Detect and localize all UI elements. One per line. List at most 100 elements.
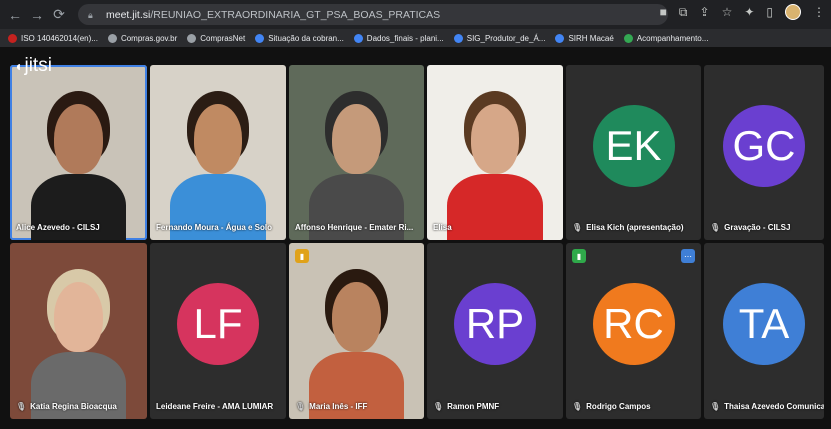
participant-name-label: Fernando Moura - Água e Solo <box>156 223 272 232</box>
bookmark-label: SIRH Macaé <box>568 33 614 43</box>
participant-tile[interactable]: Fernando Moura - Água e Solo <box>150 65 286 240</box>
participant-name: Rodrigo Campos <box>586 402 651 411</box>
participant-name-label: 🎙︎ Gravação - CILSJ <box>710 223 790 232</box>
participant-video-face <box>193 103 243 174</box>
star-icon[interactable]: ☆ <box>722 5 733 19</box>
participant-name: Fernando Moura - Água e Solo <box>156 223 273 232</box>
participant-name: Thaisa Azevedo Comunicaç... <box>724 402 824 411</box>
connection-quality-icon[interactable]: ▮ <box>295 249 309 263</box>
bookmark-item[interactable]: Situação da cobran... <box>255 33 344 43</box>
bookmark-favicon-icon <box>8 33 17 43</box>
mic-muted-icon: 🎙︎ <box>710 402 721 411</box>
reload-icon[interactable]: ⟳ <box>48 4 70 26</box>
bookmark-item[interactable]: Dados_finais - plani... <box>353 33 444 43</box>
mic-muted-icon: 🎙︎ <box>572 223 583 232</box>
bookmark-favicon-icon <box>255 33 265 43</box>
mic-muted-icon: 🎙︎ <box>433 402 444 411</box>
bookmark-item[interactable]: Compras.gov.br <box>107 33 177 43</box>
jitsi-logo-icon: ◖ <box>14 58 23 74</box>
bookmark-favicon-icon <box>453 33 463 43</box>
extensions-icon[interactable]: ✦ <box>744 5 754 19</box>
mic-muted-icon: 🎙︎ <box>710 223 721 232</box>
sidepanel-icon[interactable]: ▯ <box>766 5 773 19</box>
participant-name-label: Affonso Henrique - Emater Ri... <box>295 223 413 232</box>
participant-tile[interactable]: GC 🎙︎ Gravação - CILSJ <box>704 65 824 240</box>
back-icon[interactable]: ← <box>4 4 26 26</box>
mic-muted-icon: 🎙︎ <box>16 402 27 411</box>
participant-tile[interactable]: Elisa <box>427 65 563 240</box>
participant-tile[interactable]: RP 🎙︎ Ramon PMNF <box>427 243 563 419</box>
participant-name: Maria Inês - IFF <box>309 402 368 411</box>
bookmark-label: Dados_finais - plani... <box>366 33 444 43</box>
participant-name-label: Leideane Freire - AMA LUMIAR <box>156 402 273 411</box>
participant-video-body <box>447 173 543 240</box>
jitsi-logo-text: jitsi <box>24 55 52 76</box>
participant-name-label: Elisa <box>433 223 452 232</box>
participant-name: Gravação - CILSJ <box>724 223 791 232</box>
bookmark-item[interactable]: SIRH Macaé <box>555 33 614 43</box>
browser-toolbar: ← → ⟳ 🔒︎ meet.jit.si /REUNIAO_EXTRAORDIN… <box>0 0 831 29</box>
connection-quality-icon[interactable]: ▮ <box>572 249 586 263</box>
participant-name: Elisa <box>433 223 452 232</box>
participant-tile[interactable]: EK 🎙︎ Elisa Kich (apresentação) <box>566 65 701 240</box>
participant-tile[interactable]: 🎙︎ Maria Inês - IFF ▮ <box>289 243 424 419</box>
bookmark-item[interactable]: SIG_Produtor_de_Á... <box>453 33 546 43</box>
participant-video-face <box>53 281 104 353</box>
participant-name-label: 🎙︎ Katia Regina Bioacqua <box>16 402 117 411</box>
participant-initials-avatar: TA <box>723 283 805 365</box>
mic-muted-icon: 🎙︎ <box>572 402 583 411</box>
participant-tile[interactable]: TA 🎙︎Thaisa Azevedo Comunicaç... <box>704 243 824 419</box>
participant-name: Elisa Kich (apresentação) <box>586 223 684 232</box>
participant-video-face <box>332 281 381 353</box>
jitsi-logo[interactable]: ◖ jitsi <box>14 55 52 77</box>
mic-muted-icon: 🎙︎ <box>295 402 306 411</box>
camera-icon[interactable]: ■ <box>660 5 667 19</box>
bookmark-favicon-icon <box>353 33 363 43</box>
install-icon[interactable]: ⧉ <box>679 5 688 20</box>
bookmark-favicon-icon <box>555 33 565 43</box>
participant-name: Ramon PMNF <box>447 402 500 411</box>
participant-initials-avatar: RP <box>454 283 536 365</box>
participant-name: Affonso Henrique - Emater Ri... <box>295 223 414 232</box>
bookmark-label: Acompanhamento... <box>636 33 709 43</box>
bookmark-favicon-icon <box>187 33 197 43</box>
participant-tile[interactable]: Alice Azevedo - CILSJ <box>10 65 147 240</box>
bookmark-item[interactable]: Acompanhamento... <box>623 33 709 43</box>
participant-initials-avatar: GC <box>723 104 805 187</box>
bookmark-label: ISO 140462014(en)... <box>21 33 98 43</box>
participant-initials-avatar: EK <box>592 104 675 187</box>
participant-name-label: 🎙︎ Ramon PMNF <box>433 402 499 411</box>
participant-name-label: 🎙︎Thaisa Azevedo Comunicaç... <box>710 402 824 411</box>
url-path: /REUNIAO_EXTRAORDINARIA_GT_PSA_BOAS_PRAT… <box>150 8 441 21</box>
participant-tile[interactable]: LF Leideane Freire - AMA LUMIAR <box>150 243 286 419</box>
bookmark-item[interactable]: ComprasNet <box>187 33 246 43</box>
participant-name: Katia Regina Bioacqua <box>30 402 117 411</box>
bookmark-favicon-icon <box>107 33 117 43</box>
bookmark-item[interactable]: ISO 140462014(en)... <box>8 33 98 43</box>
participant-video-face <box>53 103 104 174</box>
participant-tile[interactable]: RC 🎙︎ Rodrigo Campos ▮ ⋯ <box>566 243 701 419</box>
bookmark-label: SIG_Produtor_de_Á... <box>466 33 546 43</box>
participant-initials-avatar: LF <box>177 283 259 365</box>
url-host: meet.jit.si <box>106 8 151 21</box>
participant-tile[interactable]: Affonso Henrique - Emater Ri... <box>289 65 424 240</box>
bookmark-label: Situação da cobran... <box>268 33 344 43</box>
participant-name-label: Alice Azevedo - CILSJ <box>16 223 100 232</box>
bookmark-favicon-icon <box>623 33 633 43</box>
meeting-stage: ◖ jitsi Alice Azevedo - CILSJ Fernando Mo… <box>0 47 831 429</box>
address-bar[interactable]: 🔒︎ meet.jit.si /REUNIAO_EXTRAORDINARIA_G… <box>78 4 668 25</box>
participant-name: Alice Azevedo - CILSJ <box>16 223 100 232</box>
forward-icon[interactable]: → <box>26 4 48 26</box>
lock-icon: 🔒︎ <box>88 9 93 20</box>
participant-name-label: 🎙︎ Rodrigo Campos <box>572 402 651 411</box>
profile-avatar[interactable] <box>785 4 801 20</box>
participant-video-face <box>332 103 381 174</box>
bookmark-label: ComprasNet <box>200 33 246 43</box>
share-icon[interactable]: ⇪ <box>700 5 710 19</box>
participant-tile[interactable]: 🎙︎ Katia Regina Bioacqua <box>10 243 147 419</box>
menu-icon[interactable]: ⋮ <box>813 5 825 19</box>
bookmarks-bar: ISO 140462014(en)... Compras.gov.br Compra… <box>0 29 831 47</box>
participant-initials-avatar: RC <box>592 283 675 365</box>
participant-name-label: 🎙︎ Elisa Kich (apresentação) <box>572 223 684 232</box>
more-options-icon[interactable]: ⋯ <box>681 249 695 263</box>
